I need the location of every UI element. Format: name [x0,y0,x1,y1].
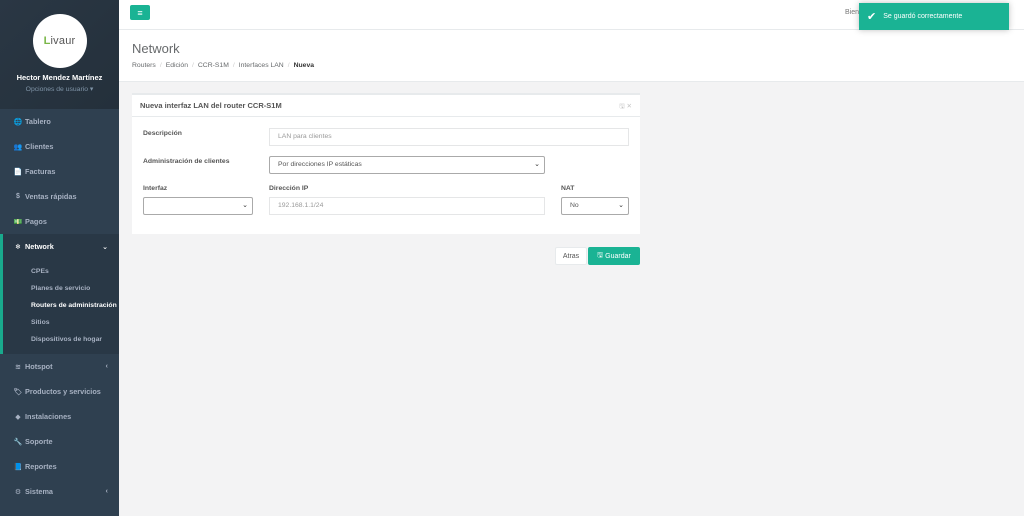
breadcrumb: Routers / Edición / CCR-S1M / Interfaces LA… [132,62,315,69]
network-submenu: CPEs Planes de servicio Routers de admin… [0,259,119,354]
sidebar: Livaur Hector Mendez Martínez Opciones d… [0,0,119,516]
breadcrumb-routers[interactable]: Routers [132,62,156,69]
dollar-icon: $ [16,193,20,200]
interfaz-select[interactable]: ⌄ [143,197,253,215]
box-tools-icons[interactable]: 🖫 ✕ [619,102,632,113]
sidebar-item-sistema[interactable]: ⚙ Sistema ‹ [0,479,119,504]
network-icon: ❄ [15,243,21,251]
money-icon: 💵 [13,218,23,226]
submenu-item-dispositivos[interactable]: Dispositivos de hogar [3,331,119,348]
user-options-dropdown[interactable]: Opciones de usuario ▾ [0,85,119,93]
company-logo: Livaur [32,14,87,68]
users-icon: 👥 [13,143,23,151]
nat-label: NAT [561,185,575,192]
chevron-left-icon: ‹ [105,488,108,495]
nat-select[interactable]: No ⌄ [561,197,629,215]
breadcrumb-edicion[interactable]: Edición [166,62,188,69]
chevron-left-icon: ‹ [105,363,108,370]
dashboard-icon: 🌐 [13,118,23,126]
admin-clientes-label: Administración de clientes [143,158,230,165]
toast-message: Se guardó correctamente [883,13,963,20]
chevron-down-icon: ⌄ [102,243,108,251]
chevron-down-icon: ⌄ [534,161,540,168]
ip-input[interactable]: 192.168.1.1/24 [269,197,545,215]
submenu-item-planes[interactable]: Planes de servicio [3,280,119,297]
page-title: Network [132,41,180,56]
sidebar-item-ventas-rapidas[interactable]: $ Ventas rápidas [0,184,119,209]
wrench-icon: 🔧 [13,438,23,446]
descripcion-input[interactable]: LAN para clientes [269,128,629,146]
sidebar-item-facturas[interactable]: 📄 Facturas [0,159,119,184]
admin-clientes-select[interactable]: Por direcciones IP estáticas ⌄ [269,156,545,174]
check-icon: ✔ [867,11,877,23]
sidebar-item-tablero[interactable]: 🌐 Tablero [0,109,119,134]
chevron-down-icon: ⌄ [242,202,248,209]
tag-icon: 🏷 [13,388,23,396]
sidebar-item-productos[interactable]: 🏷 Productos y servicios [0,379,119,404]
profile-panel: Livaur Hector Mendez Martínez Opciones d… [0,0,119,109]
sidebar-item-hotspot[interactable]: ≋ Hotspot ‹ [0,354,119,379]
floppy-icon: 🖫 [597,251,604,259]
welcome-text: Bien [845,9,860,16]
save-button[interactable]: 🖫 Guardar [588,247,640,265]
interfaz-label: Interfaz [143,185,168,192]
back-button[interactable]: Atras [555,247,587,265]
breadcrumb-router[interactable]: CCR-S1M [198,62,229,69]
descripcion-label: Descripción [143,130,182,137]
breadcrumb-interfaces-lan[interactable]: Interfaces LAN [239,62,284,69]
sidebar-item-network[interactable]: ❄ Network ⌄ [0,234,119,259]
sidebar-item-reportes[interactable]: 📘 Reportes [0,454,119,479]
sidebar-item-instalaciones[interactable]: ◆ Instalaciones [0,404,119,429]
page-heading: Network Routers / Edición / CCR-S1M / Inter… [119,30,1024,82]
menu-toggle-button[interactable]: ≡ [130,5,150,20]
success-toast[interactable]: ✔ Se guardó correctamente [859,3,1009,30]
submenu-item-routers[interactable]: Routers de administración [3,297,119,314]
hamburger-icon: ≡ [137,7,143,18]
lan-interface-form: Nueva interfaz LAN del router CCR-S1M 🖫 … [132,93,640,234]
book-icon: 📘 [13,463,23,471]
submenu-item-cpes[interactable]: CPEs [3,263,119,280]
sidebar-nav: 🌐 Tablero 👥 Clientes 📄 Facturas $ Ventas ráp… [0,109,119,504]
form-title: Nueva interfaz LAN del router CCR-S1M [132,95,640,117]
sidebar-item-clientes[interactable]: 👥 Clientes [0,134,119,159]
user-name: Hector Mendez Martínez [16,73,103,82]
ip-label: Dirección IP [269,185,309,192]
chevron-down-icon: ⌄ [618,202,624,209]
wifi-icon: ≋ [15,363,21,371]
sidebar-item-pagos[interactable]: 💵 Pagos [0,209,119,234]
cogs-icon: ⚙ [14,488,22,496]
install-icon: ◆ [15,413,21,421]
sidebar-item-soporte[interactable]: 🔧 Soporte [0,429,119,454]
breadcrumb-current: Nueva [293,62,315,69]
file-icon: 📄 [13,168,23,176]
submenu-item-sitios[interactable]: Sitios [3,314,119,331]
